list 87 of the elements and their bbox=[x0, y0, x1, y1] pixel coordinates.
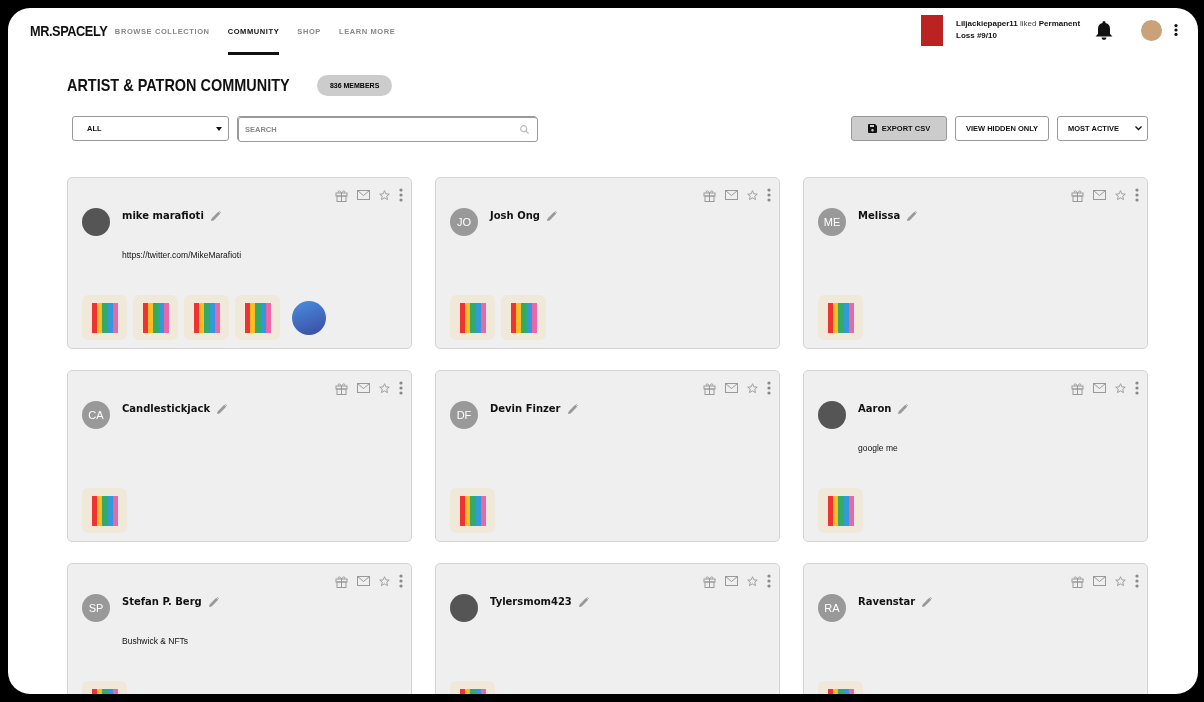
member-card[interactable]: ME Melissa bbox=[803, 177, 1148, 349]
star-icon[interactable] bbox=[747, 189, 758, 201]
pencil-icon[interactable] bbox=[217, 403, 228, 414]
artwork-thumbnail[interactable] bbox=[133, 295, 178, 340]
member-name[interactable]: mike marafioti bbox=[122, 210, 204, 221]
member-bio: Bushwick & NFTs bbox=[122, 636, 190, 646]
artwork-thumbnail[interactable] bbox=[921, 14, 943, 46]
member-name[interactable]: Ravenstar bbox=[858, 596, 916, 607]
artwork-thumbnail[interactable] bbox=[184, 295, 229, 340]
star-icon[interactable] bbox=[1115, 575, 1126, 587]
artwork-thumbnail[interactable] bbox=[450, 295, 495, 340]
member-name[interactable]: Josh Ong bbox=[490, 210, 540, 221]
avatar-photo bbox=[818, 401, 846, 429]
artwork-thumbnail[interactable] bbox=[82, 295, 127, 340]
gift-icon[interactable] bbox=[335, 381, 348, 395]
member-name[interactable]: Tylersmom423 bbox=[490, 596, 572, 607]
gift-icon[interactable] bbox=[1071, 188, 1084, 202]
save-icon bbox=[867, 124, 877, 133]
gift-icon[interactable] bbox=[703, 188, 716, 202]
member-card[interactable]: CA Candlestickjack bbox=[67, 370, 412, 542]
star-icon[interactable] bbox=[379, 575, 390, 587]
star-icon[interactable] bbox=[379, 382, 390, 394]
star-icon[interactable] bbox=[379, 189, 390, 201]
mail-icon[interactable] bbox=[1093, 383, 1106, 393]
star-icon[interactable] bbox=[1115, 382, 1126, 394]
initials-avatar: JO bbox=[450, 208, 478, 236]
member-card[interactable]: SP Stefan P. Berg Bushwick & NFTs bbox=[67, 563, 412, 694]
pencil-icon[interactable] bbox=[210, 210, 221, 221]
more-icon[interactable] bbox=[1174, 24, 1178, 36]
initials-avatar: ME bbox=[818, 208, 846, 236]
pencil-icon[interactable] bbox=[208, 596, 219, 607]
artwork-thumbnail[interactable] bbox=[235, 295, 280, 340]
mail-icon[interactable] bbox=[725, 576, 738, 586]
chevron-icon bbox=[1135, 126, 1142, 131]
member-name[interactable]: Devin Finzer bbox=[490, 403, 561, 414]
page-title: ARTIST & PATRON COMMUNITY bbox=[67, 75, 290, 96]
artwork-thumbnail[interactable] bbox=[818, 488, 863, 533]
member-name[interactable]: Candlestickjack bbox=[122, 403, 211, 414]
artwork-thumbnail[interactable] bbox=[501, 295, 546, 340]
star-icon[interactable] bbox=[747, 382, 758, 394]
member-card[interactable]: JO Josh Ong bbox=[435, 177, 780, 349]
mail-icon[interactable] bbox=[1093, 576, 1106, 586]
member-name[interactable]: Melissa bbox=[858, 210, 901, 221]
gift-icon[interactable] bbox=[335, 188, 348, 202]
initials-avatar: RA bbox=[818, 594, 846, 622]
artwork-thumbnail[interactable] bbox=[82, 488, 127, 533]
gift-icon[interactable] bbox=[335, 574, 348, 588]
star-icon[interactable] bbox=[1115, 189, 1126, 201]
mail-icon[interactable] bbox=[725, 190, 738, 200]
search-icon bbox=[520, 125, 529, 134]
gift-icon[interactable] bbox=[1071, 381, 1084, 395]
gift-icon[interactable] bbox=[1071, 574, 1084, 588]
member-card[interactable]: DF Devin Finzer bbox=[435, 370, 780, 542]
member-name[interactable]: Aaron bbox=[858, 403, 892, 414]
gift-icon[interactable] bbox=[703, 381, 716, 395]
member-name[interactable]: Stefan P. Berg bbox=[122, 596, 202, 607]
artwork-thumbnail[interactable] bbox=[818, 295, 863, 340]
pencil-icon[interactable] bbox=[578, 596, 589, 607]
pencil-icon[interactable] bbox=[546, 210, 557, 221]
mail-icon[interactable] bbox=[357, 576, 370, 586]
member-card[interactable]: Aaron google me bbox=[803, 370, 1148, 542]
initials-avatar: CA bbox=[82, 401, 110, 429]
user-avatar[interactable] bbox=[1141, 19, 1162, 41]
pencil-icon[interactable] bbox=[907, 210, 918, 221]
member-card[interactable]: mike marafioti https://twitter.com/MikeMarafioti bbox=[67, 177, 412, 349]
member-card[interactable]: Tylersmom423 bbox=[435, 563, 780, 694]
caret-icon bbox=[216, 126, 222, 131]
logo[interactable]: MR.SPACELY bbox=[30, 21, 108, 39]
pencil-icon[interactable] bbox=[922, 596, 933, 607]
mail-icon[interactable] bbox=[357, 190, 370, 200]
artwork-thumbnail[interactable] bbox=[450, 488, 495, 533]
star-icon[interactable] bbox=[747, 575, 758, 587]
pencil-icon[interactable] bbox=[898, 403, 909, 414]
avatar-photo bbox=[82, 208, 110, 236]
mail-icon[interactable] bbox=[357, 383, 370, 393]
bell-icon[interactable] bbox=[1095, 20, 1113, 40]
member-bio: google me bbox=[858, 443, 899, 453]
avatar-photo bbox=[450, 594, 478, 622]
notification-text[interactable]: Liljackiepaper11 liked Permanent Loss #9/10 bbox=[956, 18, 1081, 42]
member-bio: https://twitter.com/MikeMarafioti bbox=[122, 250, 243, 260]
mail-icon[interactable] bbox=[1093, 190, 1106, 200]
pencil-icon[interactable] bbox=[567, 403, 578, 414]
initials-avatar: DF bbox=[450, 401, 478, 429]
mail-icon[interactable] bbox=[725, 383, 738, 393]
member-card[interactable]: RA Ravenstar bbox=[803, 563, 1148, 694]
initials-avatar: SP bbox=[82, 594, 110, 622]
gift-icon[interactable] bbox=[703, 574, 716, 588]
